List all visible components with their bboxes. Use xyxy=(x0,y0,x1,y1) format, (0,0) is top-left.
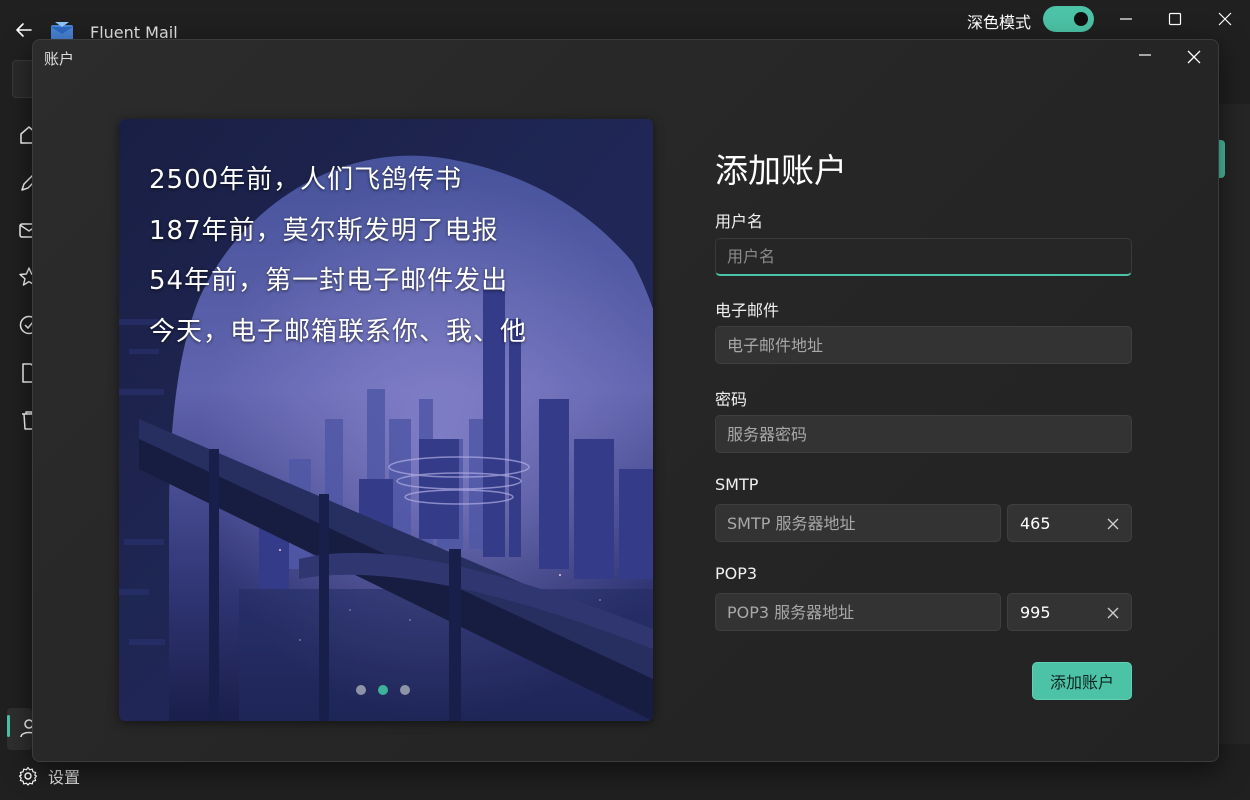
carousel-pager xyxy=(356,685,410,695)
pop3-label: POP3 xyxy=(715,564,758,583)
smtp-server-input[interactable] xyxy=(715,504,1001,542)
dialog-title: 账户 xyxy=(44,50,75,68)
email-label: 电子邮件 xyxy=(715,301,780,320)
window-close-button[interactable] xyxy=(1210,4,1240,34)
banner-line-1: 2500年前，人们飞鸽传书 xyxy=(149,165,463,195)
minimize-icon xyxy=(1120,18,1132,20)
background-content-panel xyxy=(1218,104,1250,744)
smtp-port-value: 465 xyxy=(1020,513,1051,533)
username-label: 用户名 xyxy=(715,212,764,231)
title-bar: Fluent Mail 深色模式 xyxy=(0,0,1250,42)
dialog-close-button[interactable] xyxy=(1179,42,1209,72)
close-icon xyxy=(1187,50,1201,64)
pager-dot-1[interactable] xyxy=(356,685,366,695)
close-icon xyxy=(1218,12,1232,26)
password-input[interactable] xyxy=(715,415,1132,453)
pager-dot-2[interactable] xyxy=(378,685,388,695)
smtp-port-field[interactable]: 465 xyxy=(1007,504,1132,542)
account-dialog: 账户 2500年前，人们飞鸽传书 187年前，莫尔斯发明了电报 54年前，第一封… xyxy=(32,39,1219,762)
email-input[interactable] xyxy=(715,326,1132,364)
clear-icon xyxy=(1107,607,1119,619)
banner-carousel: 2500年前，人们飞鸽传书 187年前，莫尔斯发明了电报 54年前，第一封电子邮… xyxy=(119,119,653,721)
banner-line-4: 今天，电子邮箱联系你、我、他 xyxy=(149,316,528,347)
pager-dot-3[interactable] xyxy=(400,685,410,695)
window-minimize-button[interactable] xyxy=(1111,4,1141,34)
maximize-icon xyxy=(1168,12,1182,26)
arrow-left-icon xyxy=(16,23,32,37)
smtp-port-clear-button[interactable] xyxy=(1103,514,1123,534)
dialog-minimize-button[interactable] xyxy=(1130,42,1160,72)
nav-item-settings[interactable]: 设置 xyxy=(18,764,80,788)
settings-label: 设置 xyxy=(48,768,81,787)
banner-text: 2500年前，人们飞鸽传书 187年前，莫尔斯发明了电报 54年前，第一封电子邮… xyxy=(149,155,527,357)
username-input[interactable] xyxy=(715,238,1132,276)
form-heading: 添加账户 xyxy=(715,151,847,190)
dark-mode-toggle[interactable] xyxy=(1043,6,1094,32)
minimize-icon xyxy=(1139,54,1151,56)
banner-line-3: 54年前，第一封电子邮件发出 xyxy=(149,266,509,296)
gear-icon xyxy=(18,766,38,786)
pop3-port-clear-button[interactable] xyxy=(1103,603,1123,623)
dark-mode-label: 深色模式 xyxy=(967,13,1032,32)
pop3-port-value: 995 xyxy=(1020,602,1051,622)
banner-line-2: 187年前，莫尔斯发明了电报 xyxy=(149,215,499,246)
pop3-server-input[interactable] xyxy=(715,593,1001,631)
back-button[interactable] xyxy=(12,18,36,42)
window-maximize-button[interactable] xyxy=(1160,4,1190,34)
toggle-knob xyxy=(1074,12,1088,26)
nav-selection-indicator xyxy=(7,715,10,737)
password-label: 密码 xyxy=(715,390,748,409)
add-account-button[interactable]: 添加账户 xyxy=(1032,662,1132,700)
smtp-label: SMTP xyxy=(715,475,759,494)
clear-icon xyxy=(1107,518,1119,530)
pop3-port-field[interactable]: 995 xyxy=(1007,593,1132,631)
